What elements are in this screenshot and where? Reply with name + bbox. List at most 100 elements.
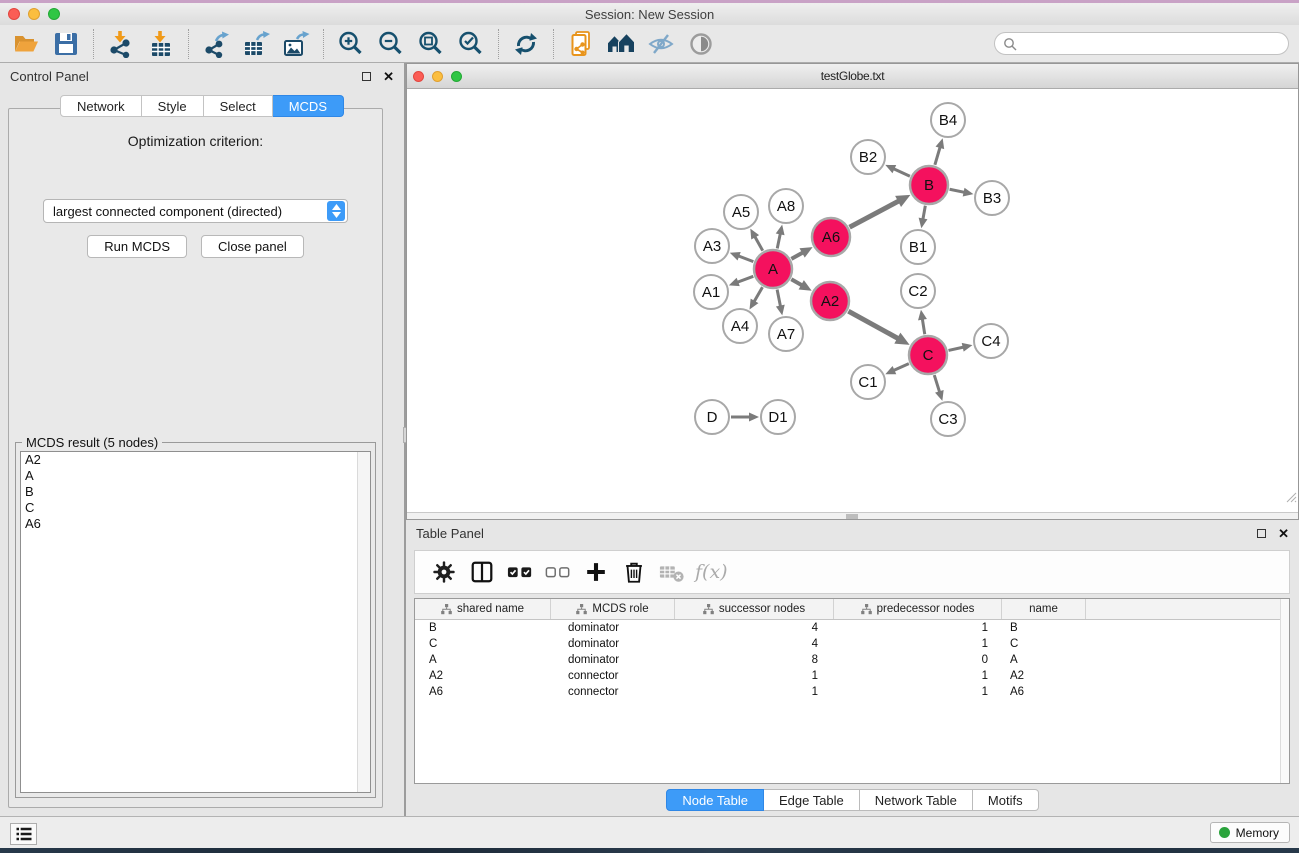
refresh-icon[interactable] <box>506 27 546 61</box>
graph-node-B[interactable]: B <box>910 166 948 204</box>
graph-node-D1[interactable]: D1 <box>761 400 795 434</box>
table-cell[interactable]: B <box>415 620 551 636</box>
graph-node-A4[interactable]: A4 <box>723 309 757 343</box>
table-cell[interactable]: connector <box>551 668 675 684</box>
graph-node-A2[interactable]: A2 <box>811 282 849 320</box>
graph-edge-C-C3[interactable] <box>934 375 943 401</box>
graph-node-A3[interactable]: A3 <box>695 229 729 263</box>
close-panel-icon[interactable]: ✕ <box>383 70 394 83</box>
save-session-icon[interactable] <box>46 27 86 61</box>
table-cell[interactable]: A <box>415 652 551 668</box>
table-cell[interactable]: C <box>1002 636 1086 652</box>
graph-edge-A-A1[interactable] <box>729 276 753 286</box>
graph-node-C4[interactable]: C4 <box>974 324 1008 358</box>
tab-select[interactable]: Select <box>204 95 273 117</box>
column-header-shared-name[interactable]: shared name <box>415 599 551 619</box>
graph-edge-A-A2[interactable] <box>791 279 811 290</box>
graph-edge-A-A4[interactable] <box>750 287 763 309</box>
tab-edge-table[interactable]: Edge Table <box>764 789 860 811</box>
table-cell[interactable]: 1 <box>834 684 1002 700</box>
tab-node-table[interactable]: Node Table <box>666 789 764 811</box>
table-row[interactable]: A6connector11A6 <box>415 684 1289 700</box>
result-list-item[interactable]: C <box>21 500 370 516</box>
graph-edge-B-B2[interactable] <box>885 165 910 176</box>
home-icon[interactable] <box>601 27 641 61</box>
close-panel-button[interactable]: Close panel <box>201 235 304 258</box>
network-window-titlebar[interactable]: testGlobe.txt <box>407 64 1298 89</box>
select-all-icon[interactable] <box>503 555 537 589</box>
tab-network[interactable]: Network <box>60 95 142 117</box>
search-input[interactable] <box>1022 37 1288 51</box>
table-row[interactable]: Bdominator41B <box>415 620 1289 636</box>
graph-node-A1[interactable]: A1 <box>694 275 728 309</box>
table-cell[interactable]: dominator <box>551 620 675 636</box>
column-header-successor-nodes[interactable]: successor nodes <box>675 599 834 619</box>
graph-edge-C-C4[interactable] <box>948 343 972 352</box>
graph-edge-B-B4[interactable] <box>935 138 944 165</box>
export-image-icon[interactable] <box>276 27 316 61</box>
graph-node-A6[interactable]: A6 <box>812 218 850 256</box>
table-cell[interactable]: dominator <box>551 652 675 668</box>
table-cell[interactable]: A <box>1002 652 1086 668</box>
deselect-all-icon[interactable] <box>541 555 575 589</box>
result-list-item[interactable]: A <box>21 468 370 484</box>
mcds-result-list[interactable]: A2ABCA6 <box>20 451 371 793</box>
table-scrollbar[interactable] <box>1280 599 1289 783</box>
run-mcds-button[interactable]: Run MCDS <box>87 235 187 258</box>
network-canvas[interactable]: AA1A2A3A4A5A6A7A8BB1B2B3B4CC1C2C3C4DD1 <box>407 89 1298 512</box>
table-cell[interactable]: 1 <box>834 636 1002 652</box>
graph-edge-B-B3[interactable] <box>950 188 974 197</box>
graph-node-A8[interactable]: A8 <box>769 189 803 223</box>
graph-edge-B-B1[interactable] <box>919 206 928 229</box>
tab-network-table[interactable]: Network Table <box>860 789 973 811</box>
table-cell[interactable]: A2 <box>415 668 551 684</box>
table-cell[interactable]: 1 <box>834 620 1002 636</box>
column-view-icon[interactable] <box>465 555 499 589</box>
graph-edge-A-A7[interactable] <box>776 290 785 316</box>
graph-edge-D-D1[interactable] <box>731 413 759 422</box>
zoom-out-icon[interactable] <box>371 27 411 61</box>
table-cell[interactable]: 1 <box>834 668 1002 684</box>
settings-gear-icon[interactable] <box>427 555 461 589</box>
graph-edge-A6-B[interactable] <box>850 195 911 227</box>
graph-node-B1[interactable]: B1 <box>901 230 935 264</box>
criterion-dropdown[interactable]: largest connected component (directed) <box>43 199 348 223</box>
table-cell[interactable]: dominator <box>551 636 675 652</box>
zoom-in-icon[interactable] <box>331 27 371 61</box>
export-network-icon[interactable] <box>196 27 236 61</box>
open-session-icon[interactable] <box>6 27 46 61</box>
table-cell[interactable]: A2 <box>1002 668 1086 684</box>
import-table-icon[interactable] <box>141 27 181 61</box>
delete-column-icon[interactable] <box>617 555 651 589</box>
graph-node-C2[interactable]: C2 <box>901 274 935 308</box>
graph-edge-A-A8[interactable] <box>776 225 785 249</box>
result-list-item[interactable]: A6 <box>21 516 370 532</box>
table-cell[interactable]: 0 <box>834 652 1002 668</box>
graph-edge-C-C1[interactable] <box>885 364 909 375</box>
tab-motifs[interactable]: Motifs <box>973 789 1039 811</box>
graph-node-B3[interactable]: B3 <box>975 181 1009 215</box>
table-cell[interactable]: 4 <box>675 636 834 652</box>
table-close-panel-icon[interactable]: ✕ <box>1278 527 1289 540</box>
network-hscrollbar[interactable] <box>407 512 1298 519</box>
result-list-scrollbar[interactable] <box>357 452 370 792</box>
table-cell[interactable]: A6 <box>415 684 551 700</box>
table-float-panel-icon[interactable] <box>1257 529 1266 538</box>
float-panel-icon[interactable] <box>362 72 371 81</box>
node-table[interactable]: shared nameMCDS rolesuccessor nodesprede… <box>414 598 1290 784</box>
search-field[interactable] <box>994 32 1289 55</box>
graph-edge-A2-C[interactable] <box>848 311 909 345</box>
task-history-button[interactable] <box>10 823 37 845</box>
network-hscrollbar-thumb[interactable] <box>846 514 858 519</box>
add-column-icon[interactable] <box>579 555 613 589</box>
column-header-MCDS-role[interactable]: MCDS role <box>551 599 675 619</box>
graph-node-C[interactable]: C <box>909 336 947 374</box>
graph-edge-C-C2[interactable] <box>918 310 927 334</box>
graph-node-B4[interactable]: B4 <box>931 103 965 137</box>
table-cell[interactable]: connector <box>551 684 675 700</box>
result-list-item[interactable]: A2 <box>21 452 370 468</box>
table-cell[interactable]: C <box>415 636 551 652</box>
graph-node-C1[interactable]: C1 <box>851 365 885 399</box>
show-panel-eye-icon[interactable] <box>681 27 721 61</box>
tab-mcds[interactable]: MCDS <box>273 95 344 117</box>
